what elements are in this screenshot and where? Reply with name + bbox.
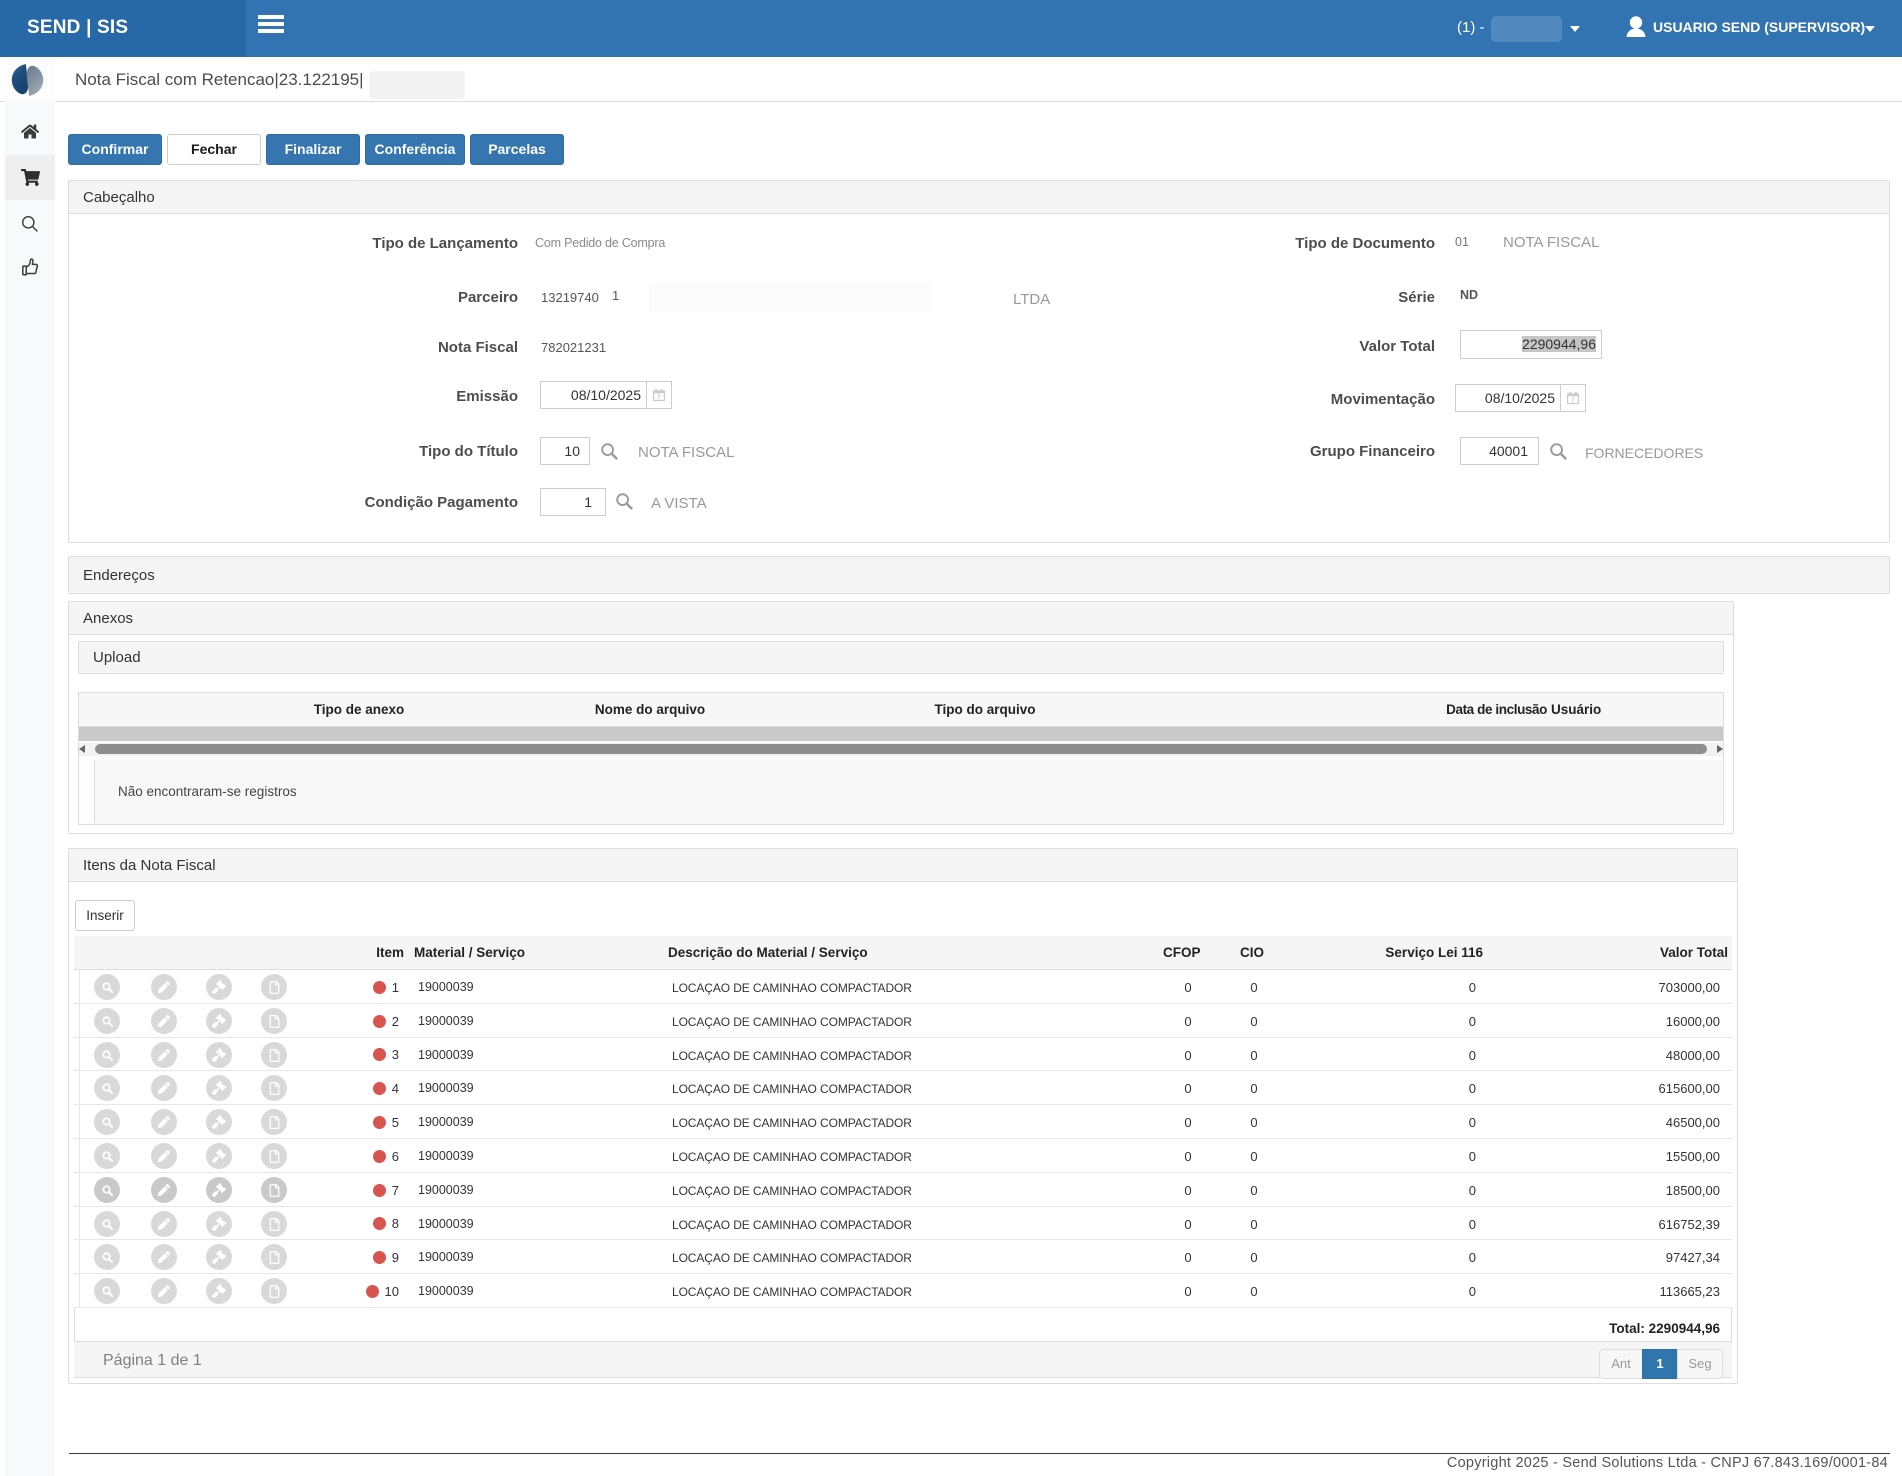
svg-text:7: 7 — [657, 394, 661, 401]
svg-text:7: 7 — [1571, 397, 1575, 404]
